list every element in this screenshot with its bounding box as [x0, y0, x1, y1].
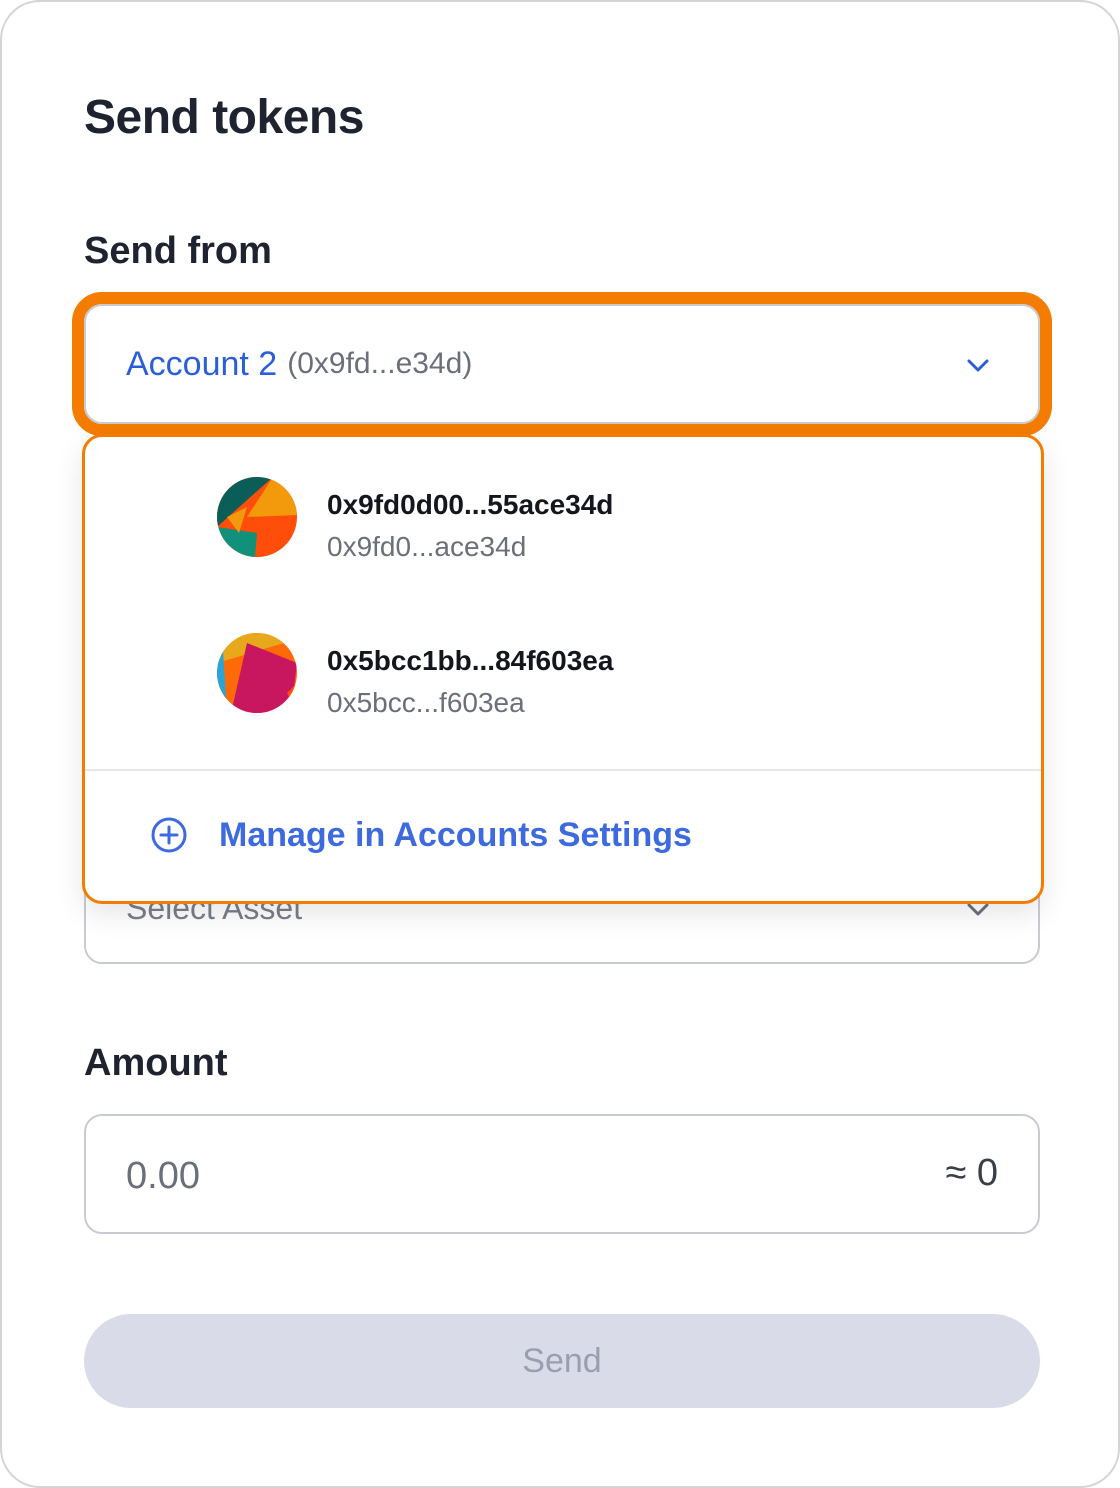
send-button[interactable]: Send: [84, 1314, 1040, 1408]
send-tokens-card: Send tokens Send from Account 2 (0x9fd..…: [0, 0, 1120, 1488]
account-avatar: [217, 633, 297, 713]
amount-input[interactable]: [126, 1146, 826, 1206]
chevron-down-icon: [967, 359, 989, 372]
account-dropdown-menu: 0x9fd0d00...55ace34d 0x9fd0...ace34d 0x5…: [82, 434, 1044, 904]
manage-accounts-link[interactable]: Manage in Accounts Settings: [149, 815, 692, 855]
menu-divider: [85, 769, 1041, 771]
selected-account-name: Account 2: [126, 344, 278, 383]
account-avatar: [217, 477, 297, 557]
account-select[interactable]: Account 2 (0x9fd...e34d): [84, 304, 1040, 424]
account-option-address: 0x9fd0...ace34d: [327, 531, 527, 562]
plus-circle-icon: [151, 817, 187, 853]
send-from-label: Send from: [84, 230, 272, 272]
page-title: Send tokens: [84, 91, 364, 144]
amount-label: Amount: [84, 1042, 228, 1084]
account-option-title: 0x5bcc1bb...84f603ea: [327, 645, 614, 676]
amount-field[interactable]: ≈ 0: [84, 1114, 1040, 1234]
manage-accounts-label: Manage in Accounts Settings: [219, 815, 692, 854]
selected-account-address: (0x9fd...e34d): [287, 347, 473, 380]
fiat-estimate: ≈ 0: [945, 1152, 998, 1194]
account-option[interactable]: 0x5bcc1bb...84f603ea 0x5bcc...f603ea: [217, 633, 917, 723]
account-option-title: 0x9fd0d00...55ace34d: [327, 489, 614, 520]
account-option-address: 0x5bcc...f603ea: [327, 687, 525, 718]
account-option[interactable]: 0x9fd0d00...55ace34d 0x9fd0...ace34d: [217, 477, 917, 567]
